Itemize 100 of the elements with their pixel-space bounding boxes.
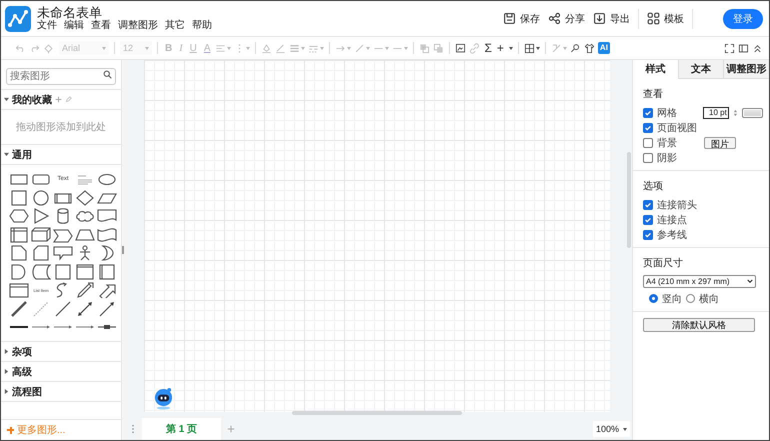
circle-icon[interactable] [31, 190, 51, 206]
option-label: 背景 [657, 136, 678, 150]
block-arrow-icon[interactable] [97, 282, 117, 298]
menu-item[interactable]: 查看 [91, 20, 111, 32]
section-header[interactable]: 杂项 [1, 342, 121, 362]
square-icon[interactable] [9, 190, 29, 206]
option-label: 页面视图 [657, 122, 697, 134]
step-icon[interactable] [53, 226, 73, 242]
container-icon[interactable] [9, 282, 29, 298]
checkbox[interactable] [643, 108, 653, 118]
checkbox[interactable] [643, 138, 653, 148]
thick-line-icon[interactable] [9, 300, 29, 316]
checkbox[interactable] [643, 200, 653, 210]
collapse-icon[interactable] [752, 42, 763, 54]
section-title: 通用 [12, 148, 32, 162]
tape-icon[interactable] [97, 226, 117, 242]
ellipse-icon[interactable] [97, 171, 117, 187]
menu-item[interactable]: 文件 [37, 20, 57, 32]
checkbox[interactable] [643, 122, 653, 132]
section-title: 查看 [643, 88, 664, 101]
find-icon[interactable] [570, 42, 581, 54]
checkbox[interactable] [643, 230, 653, 240]
fill-color-icon[interactable] [261, 42, 272, 54]
page-menu-icon[interactable] [131, 424, 135, 434]
header-action[interactable]: 导出 [593, 12, 630, 26]
radio-button[interactable] [686, 294, 695, 303]
option-label: 竖向 [662, 292, 682, 306]
window-frame-icon[interactable] [75, 264, 95, 280]
checkbox[interactable] [643, 214, 653, 224]
grid-color-button[interactable] [742, 108, 763, 118]
menu-item[interactable]: 调整图形 [118, 20, 158, 32]
fullscreen-icon[interactable] [724, 42, 735, 54]
section-title: 我的收藏 [12, 94, 52, 106]
panel-tab[interactable]: 调整图形 [723, 60, 769, 79]
section-title: 高级 [12, 365, 32, 378]
image-button[interactable]: 图片 [704, 136, 736, 148]
section-header[interactable]: 流程图 [1, 382, 121, 402]
grid-icon [647, 12, 660, 25]
panel-tab[interactable]: 文本 [678, 60, 724, 79]
option-label: 参考线 [657, 228, 688, 242]
option-label: 网格 [657, 106, 678, 120]
diamond-icon[interactable] [75, 190, 95, 206]
spinner-icon[interactable] [732, 108, 738, 118]
share-icon [548, 12, 561, 25]
save-icon [503, 12, 516, 25]
section-header[interactable]: 通用 [1, 145, 121, 165]
cube-icon[interactable] [31, 226, 51, 242]
header-action[interactable]: 模板 [647, 12, 684, 26]
panel-icon[interactable] [738, 42, 749, 54]
zoom-select[interactable]: 100% [592, 421, 630, 437]
insert-button[interactable]: + [496, 42, 505, 54]
section-title: 页面尺寸 [643, 256, 684, 270]
internal-storage-icon[interactable] [9, 226, 29, 242]
arrow-line-icon[interactable] [97, 300, 117, 316]
header-action[interactable]: 分享 [548, 12, 585, 26]
shirt-icon[interactable] [584, 42, 595, 54]
line-color-icon[interactable] [275, 42, 286, 54]
callout-icon[interactable] [53, 245, 73, 261]
note-icon[interactable] [9, 245, 29, 261]
bidirectional-arrow-icon[interactable] [75, 300, 95, 316]
line-icon[interactable] [53, 300, 73, 316]
option-label: 连接点 [657, 214, 688, 226]
document-title[interactable]: 未命名表单 [37, 5, 212, 20]
checkbox[interactable] [643, 152, 653, 162]
section-title: 选项 [643, 180, 664, 193]
option-label: 横向 [699, 292, 719, 306]
section-header[interactable]: 高级 [1, 362, 121, 382]
formula-button[interactable]: Σ [483, 42, 493, 54]
app-logo [5, 6, 31, 32]
splitter-handle[interactable] [122, 246, 124, 254]
trapezoid-icon[interactable] [75, 226, 95, 242]
page-tab[interactable]: 第 1 页 [142, 418, 221, 440]
page-size-select[interactable]: A4 (210 mm x 297 mm) [643, 275, 756, 288]
search-field[interactable]: 搜索图形 [6, 68, 116, 85]
table-icon[interactable] [524, 42, 535, 54]
option-label: 连接箭头 [657, 198, 697, 212]
section-title: 杂项 [12, 346, 32, 358]
robot-assistant-icon[interactable] [153, 387, 174, 410]
radio-button[interactable] [649, 294, 658, 303]
chevron-down-icon[interactable] [747, 279, 753, 284]
section-title: 流程图 [12, 385, 42, 398]
square-icon[interactable] [53, 264, 73, 280]
login-button[interactable]: 登录 [723, 8, 763, 28]
document-icon[interactable] [97, 208, 117, 224]
menu-item[interactable]: 其它 [165, 20, 185, 32]
card-icon[interactable] [31, 245, 51, 261]
grid-size-field[interactable]: 10 pt [702, 106, 729, 118]
reset-style-button[interactable]: 清除默认风格 [643, 318, 755, 332]
drop-hint: 拖动图形添加到此处 [16, 120, 106, 134]
cloud-icon[interactable] [75, 208, 95, 224]
hexagon-icon[interactable] [9, 208, 29, 224]
stored-data-icon[interactable] [31, 264, 51, 280]
ai-button[interactable]: AI [598, 42, 610, 54]
header-action[interactable]: 保存 [503, 12, 540, 26]
search-icon [103, 70, 112, 79]
download-icon [593, 12, 606, 25]
menu-item[interactable]: 帮助 [192, 20, 212, 32]
menu-item[interactable]: 编辑 [64, 20, 84, 32]
side-panel-icon[interactable] [97, 264, 117, 280]
image-edit-icon[interactable] [455, 42, 466, 54]
